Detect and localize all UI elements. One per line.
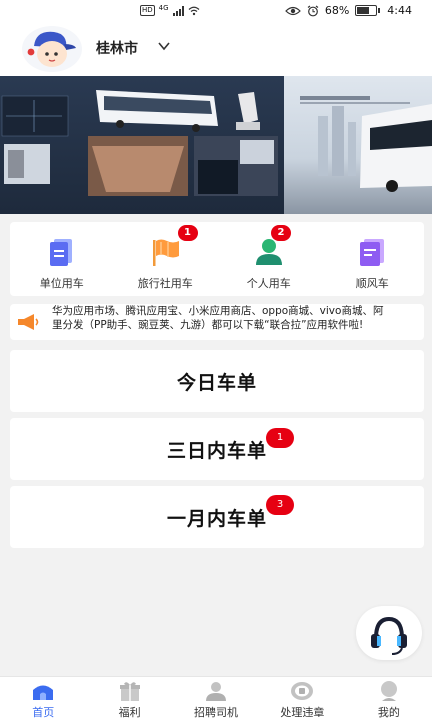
nav-welfare[interactable]: 福利 <box>86 677 172 720</box>
card-title: 今日车单 <box>176 372 257 394</box>
nav-handle-violation[interactable]: 处理违章 <box>259 677 345 720</box>
three-day-orders-card[interactable]: 三日内车单 1 <box>10 418 424 480</box>
card-title: 三日内车单 <box>166 440 267 462</box>
card-title: 一月内车单 <box>166 508 267 530</box>
nav-label: 首页 <box>32 706 55 719</box>
nav-home[interactable]: 首页 <box>0 677 86 720</box>
quick-item-rideshare[interactable]: 顺风车 <box>321 222 425 296</box>
clock: 4:44 <box>387 4 412 17</box>
header: 桂林市 <box>0 22 432 76</box>
card-badge: 1 <box>266 428 294 448</box>
quick-item-label: 顺风车 <box>355 277 389 290</box>
coach-bus-banner-image <box>0 76 432 214</box>
quick-menu: 单位用车 1 旅行社用车 2 个人用车 顺风车 <box>10 222 424 296</box>
nav-recruit-driver[interactable]: 招聘司机 <box>173 677 259 720</box>
quick-item-personal-car[interactable]: 2 个人用车 <box>217 222 321 296</box>
headset-icon <box>371 616 407 655</box>
network-type: 4G <box>158 3 169 12</box>
avatar-cartoon-icon <box>27 31 76 67</box>
battery-icon <box>355 5 381 16</box>
nav-mine[interactable]: 我的 <box>346 677 432 720</box>
card-badge: 3 <box>266 495 294 515</box>
status-bar: HD 4G 68% 4:44 <box>0 0 432 22</box>
status-left: HD 4G <box>140 3 200 16</box>
notice-bar[interactable]: 华为应用市场、腾讯应用宝、小米应用商店、oppo商城、vivo商城、阿里分发（P… <box>10 304 424 340</box>
hd-badge: HD <box>140 5 155 16</box>
travel-flag-icon <box>153 239 180 266</box>
quick-item-label: 单位用车 <box>39 277 84 290</box>
violation-icon <box>291 682 314 700</box>
driver-icon <box>206 682 227 701</box>
today-orders-card[interactable]: 今日车单 <box>10 350 424 412</box>
quick-item-company-car[interactable]: 单位用车 <box>10 222 114 296</box>
city-selector[interactable]: 桂林市 <box>96 38 138 58</box>
nav-label: 我的 <box>377 706 400 719</box>
promo-banner[interactable] <box>0 76 432 214</box>
nav-label: 处理违章 <box>280 706 325 719</box>
quick-item-label: 个人用车 <box>246 277 291 290</box>
home-icon <box>33 685 54 700</box>
battery-percent: 68% <box>324 4 350 17</box>
company-car-icon <box>49 239 72 266</box>
customer-service-button[interactable] <box>356 606 422 660</box>
avatar[interactable] <box>22 26 82 72</box>
one-month-orders-card[interactable]: 一月内车单 3 <box>10 486 424 548</box>
chevron-down-icon[interactable] <box>156 39 172 53</box>
nav-label: 招聘司机 <box>194 706 239 719</box>
megaphone-icon <box>18 314 39 330</box>
bottom-nav: 首页 福利 招聘司机 处理违章 我的 <box>0 676 432 720</box>
quick-item-badge: 1 <box>177 225 198 241</box>
wifi-icon <box>188 6 199 15</box>
rideshare-icon <box>360 239 385 266</box>
notice-text: 华为应用市场、腾讯应用宝、小米应用商店、oppo商城、vivo商城、阿里分发（P… <box>52 305 384 331</box>
quick-item-badge: 2 <box>271 225 291 241</box>
status-right: 68% 4:44 <box>284 4 412 17</box>
eye-icon <box>284 6 301 15</box>
quick-item-label: 旅行社用车 <box>137 277 193 290</box>
signal-icon <box>172 5 184 16</box>
nav-label: 福利 <box>118 706 141 719</box>
battery-fill <box>357 7 369 14</box>
quick-item-travel-agency[interactable]: 1 旅行社用车 <box>114 222 218 296</box>
profile-icon <box>380 681 397 701</box>
alarm-icon <box>307 5 319 16</box>
gift-icon <box>119 682 140 701</box>
